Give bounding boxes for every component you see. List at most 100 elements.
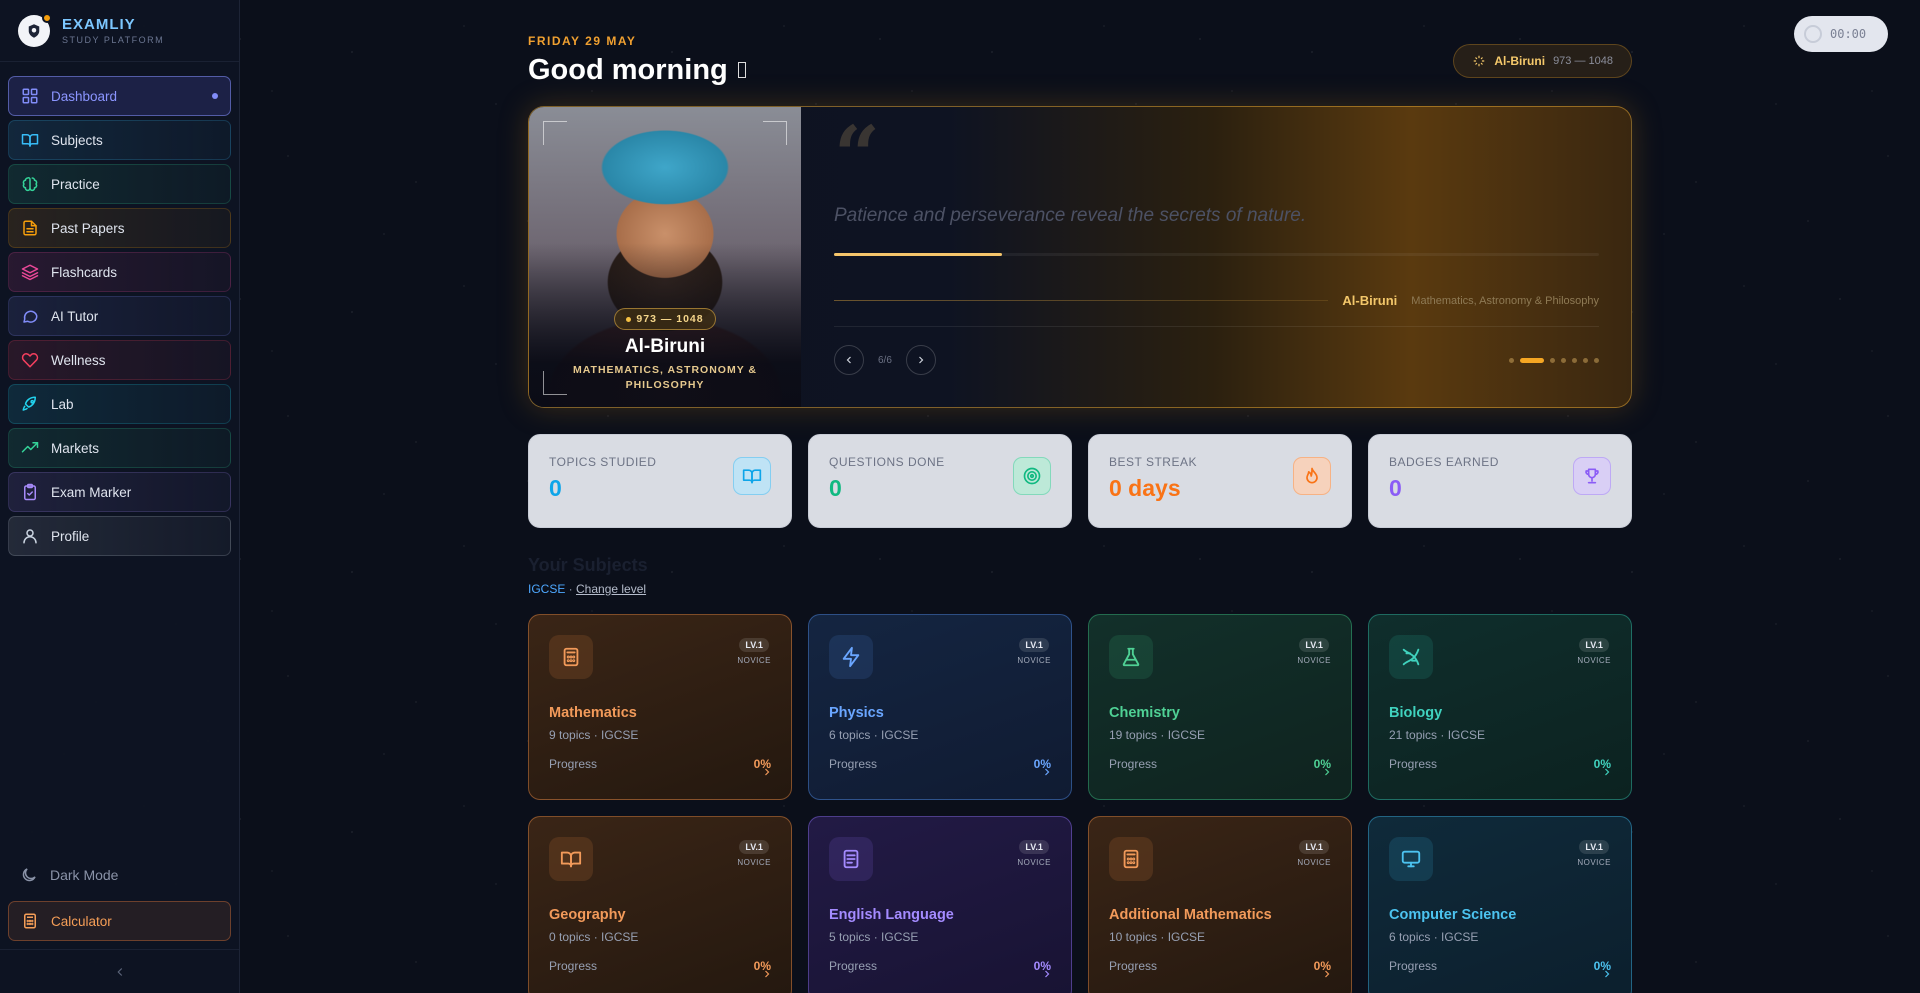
frame-corner bbox=[763, 121, 787, 145]
pagination-dot[interactable] bbox=[1550, 357, 1555, 363]
change-level-link[interactable]: Change level bbox=[576, 582, 646, 596]
progress-row: Progress 0% bbox=[1109, 959, 1331, 973]
sidebar-item-ai-tutor[interactable]: AI Tutor bbox=[8, 296, 231, 336]
level-pill: LV.1 bbox=[739, 840, 769, 854]
previous-quote-button[interactable] bbox=[834, 345, 864, 375]
subject-meta: 19 topics · IGCSE bbox=[1109, 728, 1206, 742]
chevron-right-icon bbox=[1041, 967, 1053, 983]
sidebar-item-flashcards[interactable]: Flashcards bbox=[8, 252, 231, 292]
progress-row: Progress 0% bbox=[1109, 757, 1331, 771]
sidebar-item-label: AI Tutor bbox=[51, 308, 99, 324]
sidebar-item-markets[interactable]: Markets bbox=[8, 428, 231, 468]
pagination-dot[interactable] bbox=[1572, 357, 1577, 363]
sidebar-item-practice[interactable]: Practice bbox=[8, 164, 231, 204]
progress-row: Progress 0% bbox=[549, 959, 771, 973]
stat-icon-box bbox=[1293, 457, 1331, 495]
subject-card-additional-mathematics[interactable]: LV.1 NOVICE Additional Mathematics 10 topic… bbox=[1088, 816, 1352, 993]
sidebar-item-profile[interactable]: Profile bbox=[8, 516, 231, 556]
subject-card-physics[interactable]: LV.1 NOVICE Physics 6 topics · IGCSE Progres… bbox=[808, 614, 1072, 800]
file-text-icon bbox=[23, 220, 37, 236]
study-timer[interactable]: 00:00 bbox=[1794, 16, 1888, 52]
pagination-dot[interactable] bbox=[1561, 357, 1566, 363]
subject-meta: 0 topics · IGCSE bbox=[549, 930, 639, 944]
stat-card-topics-studied: TOPICS STUDIED 0 bbox=[528, 434, 792, 528]
active-indicator bbox=[212, 93, 218, 99]
subject-card-chemistry[interactable]: LV.1 NOVICE Chemistry 19 topics · IGCSE Prog… bbox=[1088, 614, 1352, 800]
sidebar-item-dashboard[interactable]: Dashboard bbox=[8, 76, 231, 116]
pagination-dot[interactable] bbox=[1594, 357, 1599, 363]
scholar-pill-name: Al-Biruni bbox=[1494, 54, 1546, 68]
rocket-icon bbox=[22, 396, 36, 411]
calculator-icon bbox=[1123, 849, 1139, 869]
stats-row: TOPICS STUDIED 0 QUESTIONS DONE 0 BEST STREA… bbox=[528, 434, 1632, 528]
scholar-field: MATHEMATICS, ASTRONOMY & PHILOSOPHY bbox=[572, 364, 758, 391]
scholar-pill[interactable]: Al-Biruni 973 — 1048 bbox=[1453, 44, 1632, 78]
dark-mode-label: Dark Mode bbox=[50, 867, 119, 883]
subject-meta: 21 topics · IGCSE bbox=[1389, 728, 1486, 742]
level-badge: LV.1 NOVICE bbox=[1297, 635, 1331, 665]
scholar-portrait: 973 — 1048 Al-Biruni MATHEMATICS, ASTRON… bbox=[529, 107, 801, 407]
chevron-right-icon bbox=[1041, 765, 1053, 781]
progress-label: Progress bbox=[1109, 757, 1158, 771]
progress-row: Progress 0% bbox=[549, 757, 771, 771]
progress-row: Progress 0% bbox=[829, 757, 1051, 771]
book-open-icon bbox=[21, 134, 39, 147]
quote-author-field: Mathematics, Astronomy & Philosophy bbox=[1411, 294, 1599, 307]
pagination-dot[interactable] bbox=[1583, 357, 1588, 363]
level-badge: LV.1 NOVICE bbox=[737, 635, 771, 665]
subject-name: Mathematics bbox=[549, 705, 637, 721]
frame-corner bbox=[543, 121, 567, 145]
sidebar-item-wellness[interactable]: Wellness bbox=[8, 340, 231, 380]
sidebar-footer: Dark Mode Calculator bbox=[0, 855, 239, 993]
pagination-dot[interactable] bbox=[1509, 357, 1514, 363]
sidebar-nav: Dashboard Subjects Practice Past Papers Flas… bbox=[0, 62, 239, 570]
sidebar-item-lab[interactable]: Lab bbox=[8, 384, 231, 424]
moon-icon bbox=[22, 868, 36, 882]
next-quote-button[interactable] bbox=[905, 345, 936, 375]
subject-icon-box bbox=[1389, 837, 1433, 881]
quote-mark-icon: “ bbox=[834, 108, 881, 202]
sidebar-item-subjects[interactable]: Subjects bbox=[8, 120, 231, 160]
level-pill: LV.1 bbox=[1299, 840, 1329, 854]
rank-label: NOVICE bbox=[1297, 656, 1331, 665]
subject-meta: 6 topics · IGCSE bbox=[829, 728, 919, 742]
level-badge: LV.1 NOVICE bbox=[1017, 635, 1051, 665]
subject-meta: 5 topics · IGCSE bbox=[829, 930, 919, 944]
subject-card-geography[interactable]: LV.1 NOVICE Geography 0 topics · IGCSE Progr… bbox=[528, 816, 792, 993]
chevron-right-icon bbox=[1321, 967, 1333, 983]
brand-subtitle: STUDY PLATFORM bbox=[62, 35, 165, 45]
stat-icon-box bbox=[1573, 457, 1611, 495]
level-pill: LV.1 bbox=[739, 638, 769, 652]
collapse-sidebar-button[interactable] bbox=[0, 949, 239, 993]
subject-icon-box bbox=[829, 837, 873, 881]
stat-card-best-streak: BEST STREAK 0 days bbox=[1088, 434, 1352, 528]
progress-row: Progress 0% bbox=[829, 959, 1051, 973]
calculator-button[interactable]: Calculator bbox=[8, 901, 231, 941]
heart-icon bbox=[21, 353, 39, 368]
subject-card-english-language[interactable]: LV.1 NOVICE English Language 5 topics · IGC… bbox=[808, 816, 1072, 993]
subject-icon-box bbox=[829, 635, 873, 679]
subject-card-mathematics[interactable]: LV.1 NOVICE Mathematics 9 topics · IGCSE Pro… bbox=[528, 614, 792, 800]
rank-label: NOVICE bbox=[1017, 858, 1051, 867]
dark-mode-toggle[interactable]: Dark Mode bbox=[8, 855, 231, 895]
progress-label: Progress bbox=[1389, 959, 1438, 973]
quote-counter: 6/6 bbox=[878, 354, 892, 366]
subject-meta: 10 topics · IGCSE bbox=[1109, 930, 1206, 944]
subject-name: Computer Science bbox=[1389, 907, 1517, 923]
subject-card-computer-science[interactable]: LV.1 NOVICE Computer Science 6 topics · IGC… bbox=[1368, 816, 1632, 993]
sidebar-item-label: Markets bbox=[51, 440, 100, 456]
greeting-text: Good morning bbox=[528, 54, 728, 86]
level-badge: LV.1 NOVICE bbox=[1297, 837, 1331, 867]
sidebar-item-past-papers[interactable]: Past Papers bbox=[8, 208, 231, 248]
trending-up-icon bbox=[21, 442, 39, 453]
progress-label: Progress bbox=[549, 959, 598, 973]
sidebar-item-label: Flashcards bbox=[51, 264, 118, 280]
pagination-dot[interactable] bbox=[1520, 357, 1544, 363]
sidebar-item-exam-marker[interactable]: Exam Marker bbox=[8, 472, 231, 512]
target-icon bbox=[1023, 467, 1041, 485]
subject-card-biology[interactable]: LV.1 NOVICE Biology 21 topics · IGCSE Progre… bbox=[1368, 614, 1632, 800]
years-badge: 973 — 1048 bbox=[614, 308, 716, 330]
scholar-pill-years: 973 — 1048 bbox=[1553, 55, 1613, 67]
brand[interactable]: EXAMLIY STUDY PLATFORM bbox=[0, 0, 239, 62]
rank-label: NOVICE bbox=[1577, 656, 1611, 665]
